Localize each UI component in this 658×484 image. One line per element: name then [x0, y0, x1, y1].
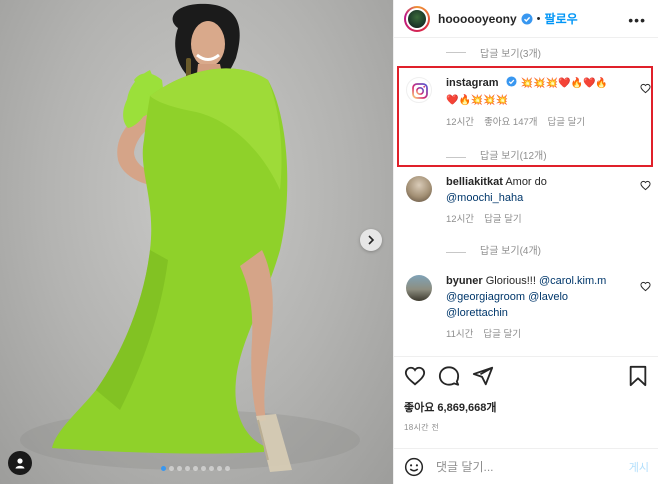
post-side-panel: hoooooyeony • 팔로우 ••• 답글 보기(3개) instagra… — [393, 0, 658, 484]
mention-link[interactable]: @lavelo — [528, 291, 568, 303]
heart-icon[interactable] — [404, 365, 426, 387]
reply-button[interactable]: 답글 달기 — [483, 327, 521, 343]
verified-badge-icon — [521, 13, 533, 25]
comments-list[interactable]: 답글 보기(3개) instagram 💥💥💥❤️🔥❤️🔥 ❤️🔥💥💥💥 12시… — [394, 39, 658, 355]
view-replies-label: 답글 보기(3개) — [480, 49, 541, 60]
view-replies-button[interactable]: 답글 보기(3개) — [446, 45, 541, 60]
follow-button[interactable]: 팔로우 — [545, 10, 578, 27]
post-actions: 좋아요 6,869,668개 18시간 전 — [394, 356, 658, 433]
comment-body: byuner Glorious!!! @carol.kim.m @georgia… — [446, 273, 637, 343]
comment-username[interactable]: byuner — [446, 275, 483, 287]
comment-time: 11시간 — [446, 329, 474, 340]
comment-text: Amor do — [505, 176, 547, 188]
post-photo[interactable] — [0, 0, 393, 484]
avatar[interactable] — [406, 176, 432, 202]
mention-link[interactable]: @lorettachin — [446, 307, 508, 319]
carousel-dot — [209, 466, 214, 471]
like-comment-heart-icon[interactable] — [640, 281, 651, 292]
comment-time: 12시간 — [446, 214, 475, 225]
view-replies-label: 답글 보기(4개) — [480, 246, 541, 257]
highlight-box — [397, 66, 653, 167]
mention-link[interactable]: @moochi_haha — [446, 192, 523, 204]
comment-body: belliakitkat Amor do @moochi_haha 12시간 답… — [446, 174, 637, 260]
author-avatar[interactable] — [404, 5, 430, 32]
post-header: hoooooyeony • 팔로우 ••• — [394, 0, 658, 38]
divider — [446, 251, 466, 253]
carousel-dot — [169, 466, 174, 471]
carousel-dot — [225, 466, 230, 471]
carousel-indicator — [161, 466, 230, 471]
carousel-dot — [201, 466, 206, 471]
comment-meta: 11시간 답글 달기 — [446, 327, 637, 343]
comment-input[interactable] — [436, 459, 616, 474]
emoji-icon[interactable] — [404, 457, 424, 477]
action-icons — [404, 365, 649, 389]
next-photo-button[interactable] — [360, 229, 382, 251]
carousel-dot — [217, 466, 222, 471]
view-replies-button[interactable]: 답글 보기(4개) — [446, 244, 637, 260]
carousel-dot — [161, 466, 166, 471]
post-timestamp[interactable]: 18시간 전 — [404, 422, 649, 433]
more-horizontal-icon[interactable]: ••• — [628, 12, 646, 28]
share-icon[interactable] — [472, 365, 494, 387]
user-icon — [15, 458, 25, 469]
header-separator: • — [536, 12, 541, 25]
comment-username[interactable]: belliakitkat — [446, 176, 503, 188]
carousel-dot — [193, 466, 198, 471]
reply-button[interactable]: 답글 달기 — [484, 212, 522, 228]
comment-text: Glorious!!! — [485, 275, 536, 287]
author-username[interactable]: hoooooyeony — [438, 12, 517, 26]
carousel-dot — [185, 466, 190, 471]
like-comment-heart-icon[interactable] — [640, 180, 651, 191]
likes-count[interactable]: 좋아요 6,869,668개 — [404, 399, 649, 415]
mention-link[interactable]: @georgiagroom — [446, 291, 525, 303]
instagram-post-view: hoooooyeony • 팔로우 ••• 답글 보기(3개) instagra… — [0, 0, 658, 484]
post-comment-button[interactable]: 게시 — [629, 459, 649, 475]
divider — [446, 52, 466, 53]
carousel-dot — [177, 466, 182, 471]
bookmark-icon[interactable] — [627, 365, 649, 387]
avatar[interactable] — [406, 275, 432, 301]
model-in-green-dress-image — [20, 3, 360, 472]
add-comment-bar: 게시 — [394, 448, 658, 484]
mention-link[interactable]: @carol.kim.m — [539, 275, 606, 287]
tagged-users-button[interactable] — [8, 451, 32, 475]
comment-meta: 12시간 답글 달기 — [446, 212, 637, 228]
comment-icon[interactable] — [438, 365, 460, 387]
chevron-right-icon — [368, 235, 375, 245]
